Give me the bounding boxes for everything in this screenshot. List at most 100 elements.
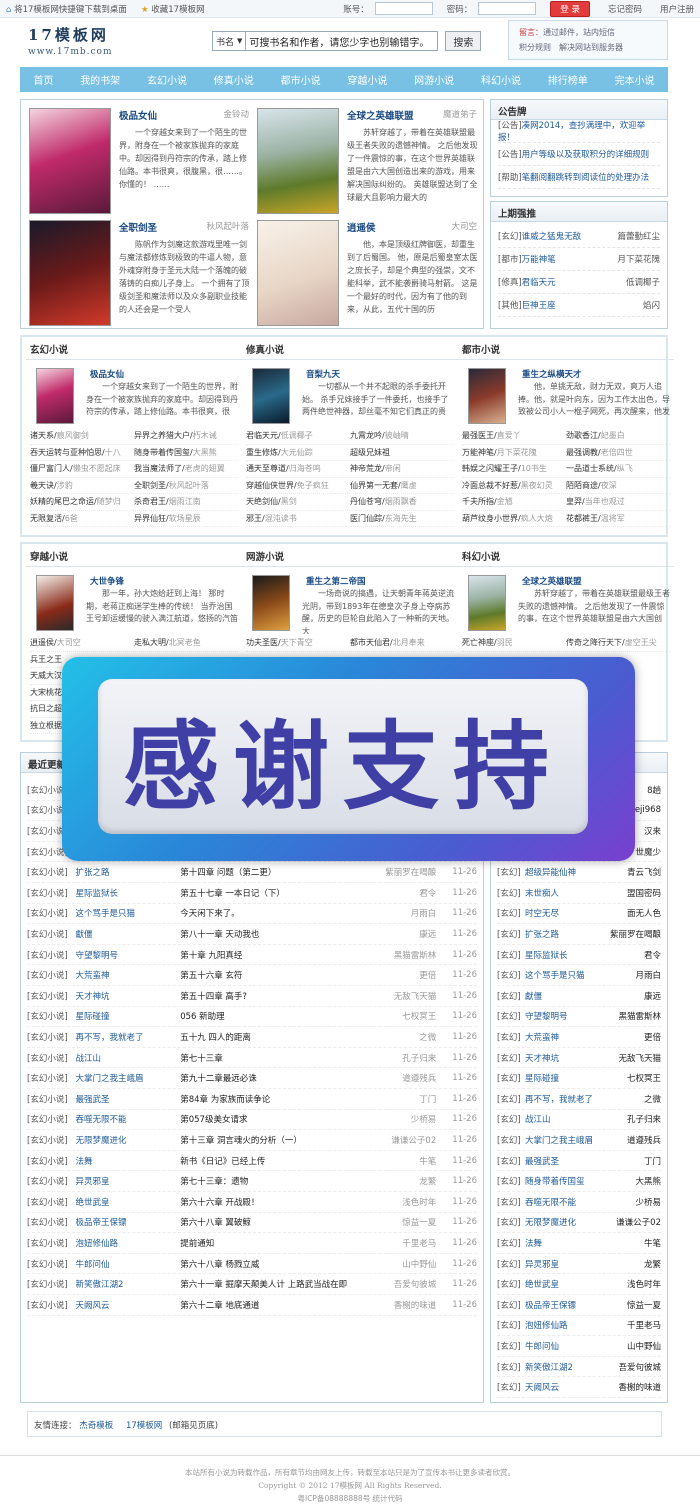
table-row[interactable]: [玄幻小说] 再不写，我就老了 五十九 四人的距离 之微 11-26 [27,1027,477,1048]
table-row[interactable]: [玄幻] 星际碰撞 七权冥王 [497,1068,661,1089]
row-book[interactable]: 天阙风云 [525,1381,618,1393]
row-category[interactable]: [玄幻] [497,1299,525,1311]
row-book[interactable]: 极品帝王保镖 [75,1216,180,1228]
row-author[interactable]: 康远 [644,990,661,1002]
book-title[interactable]: 极品女仙 [119,108,157,122]
book-name[interactable]: 医门仙踪 [350,514,382,523]
book-name[interactable]: 天威大汉 [30,671,62,680]
book-name[interactable]: 功夫圣医 [246,638,278,647]
nav-item[interactable]: 玄幻小说 [143,72,191,87]
row-book[interactable]: 獻僵 [75,928,180,940]
table-row[interactable]: [玄幻] 绝世武皇 浅色时年 [497,1274,661,1295]
table-row[interactable]: [玄幻小说] 极品帝王保镖 第六十八章 翼破鲸 惊益一夏 11-26 [27,1213,477,1234]
list-item[interactable]: 天绝剑仙/黑剑 丹仙苍穹/烟雨飘香 [246,494,454,511]
row-category[interactable]: [玄幻小说] [27,949,75,961]
row-chapter[interactable]: 第九十二章最远必诛 [180,1072,374,1084]
row-chapter[interactable]: 第五十七章 一本日记（下） [180,887,374,899]
row-author[interactable]: 道遵残兵 [374,1072,436,1084]
book-title[interactable]: 全职剑圣 [119,220,157,234]
row-book[interactable]: 星际碰撞 [75,1010,180,1022]
book-name[interactable]: 抗日之超 [30,704,62,713]
category-feature[interactable]: 极品女仙 一个穿越女来到了一个陌生的世界，附身在一个被家族抛弃的家庭中。却因得到丹… [26,360,242,428]
row-author[interactable]: 浅色时年 [627,1278,661,1290]
book-name[interactable]: 走私大明 [134,638,166,647]
row-category[interactable]: [玄幻] [497,1216,525,1228]
row-chapter[interactable]: 第五十六章 玄符 [180,969,374,981]
table-row[interactable]: [玄幻小说] 战江山 第七十三章 孔子归来 11-26 [27,1048,477,1069]
book-name[interactable]: 千夫所指 [462,497,494,506]
row-book[interactable]: 天阙风云 [75,1299,180,1311]
book-author[interactable]: 彼岫晴 [385,431,409,440]
row-category[interactable]: [玄幻] [497,1010,525,1022]
row-author[interactable]: 孔子归来 [627,1113,661,1125]
featured-book[interactable]: 极品女仙 金铃动 一个穿越女来到了一个陌生的世界，附身在一个被家族抛弃的家庭中。… [29,108,253,220]
category-feature[interactable]: 音梨九天 一切都从一个并不起眼的杀手委托开始。 杀手兄妹接手了一件委托，也接手了两… [242,360,458,428]
table-row[interactable]: [玄幻小说] 异灵邪皇 第七十三章：遗物 龙繁 11-26 [27,1171,477,1192]
row-category[interactable]: [玄幻] [497,866,525,878]
category-title[interactable]: 科幻小说 [458,545,674,567]
row-author[interactable]: 少桥易 [374,1113,437,1125]
list-item[interactable]: 韩娱之闪耀王子/10书生 一品道士系统/纵飞 [462,461,670,478]
book-author[interactable]: 烟雨飘香 [385,497,417,506]
book-name[interactable]: 传奇之降行天下 [566,638,622,647]
row-book[interactable]: 天才神坑 [525,1052,618,1064]
row-book[interactable]: 极品帝王保镖 [525,1299,627,1311]
row-book[interactable]: 时空无尽 [525,907,627,919]
book-author[interactable]: 混沌读书 [265,514,297,523]
row-author[interactable]: 牛笔 [644,1237,661,1249]
book-name[interactable]: 九霄龙吟 [350,431,382,440]
row-category[interactable]: [玄幻小说] [27,1031,75,1043]
site-logo[interactable]: 17模板网 www.17mb.com [28,24,113,57]
row-author[interactable]: 黑猫雷斯林 [618,1010,661,1022]
row-category[interactable]: [玄幻] [497,1237,525,1249]
book-cover[interactable] [468,368,506,424]
book-name[interactable]: 冷面总裁不好惹 [462,481,518,490]
row-author[interactable]: 盟国密码 [627,887,661,899]
table-row[interactable]: [玄幻] 异灵邪皇 龙繁 [497,1254,661,1275]
list-item[interactable]: 吞天运转与亚种怕思/十八 随身带着传国玺/大黑熊 [30,445,238,461]
row-category[interactable]: [玄幻小说] [27,928,75,940]
row-author[interactable]: 月雨白 [374,907,437,919]
row-author[interactable]: eji968 [635,805,661,815]
row-chapter[interactable]: 第六十二章 地底通道 [180,1299,374,1311]
book-author[interactable]: 黑夜幻灵 [521,481,553,490]
row-category[interactable]: [玄幻] [497,990,525,1002]
register-link[interactable]: 用户注册 [660,3,694,15]
row-category[interactable]: [玄幻] [497,969,525,981]
book-cover[interactable] [257,108,339,214]
book-name[interactable]: 羲天诀 [30,481,54,490]
table-row[interactable]: [玄幻] 最强武圣 丁门 [497,1151,661,1172]
row-author[interactable]: 谦谦公子02 [616,1216,661,1228]
row-book[interactable]: 獻僵 [525,990,644,1002]
category-feature[interactable]: 全球之英雄联盟 苏轩穿越了，带着在英雄联盟最级王者失败的遗憾神情。 之后他发现了一… [458,567,674,635]
book-author[interactable]: 老倍四世 [601,448,633,457]
row-author[interactable]: 丁门 [644,1155,661,1167]
points-rules-link[interactable]: 积分规则 [519,43,551,52]
book-name[interactable]: 异界之养猎大户 [134,431,190,440]
nav-item[interactable]: 科幻小说 [477,72,525,87]
row-category[interactable]: [玄幻小说] [27,1072,75,1084]
row-book[interactable]: 最强武圣 [75,1093,180,1105]
row-book[interactable]: 大荒蛮神 [75,969,180,981]
row-book[interactable]: 泡妞修仙路 [525,1319,627,1331]
row-book[interactable]: 随身带着传国玺 [525,1175,635,1187]
category-feature[interactable]: 大世争锋 那一年，孙大炮给赶到上海！ 那时期，老蒋正痴迷学生棒的传统！ 当乔治国王… [26,567,242,635]
table-row[interactable]: [玄幻小说] 新笑傲江湖2 第六十一章 掘摩天颠美人计 上路武当战在即 吾爱句彼城 11… [27,1274,477,1295]
row-author[interactable]: 丁门 [374,1093,436,1105]
row-book[interactable]: 战江山 [75,1052,180,1064]
row-book[interactable]: 大荒蛮神 [525,1031,644,1043]
list-item[interactable]: 诸天系/痕风御剑 异界之养猎大户/朽木诫 [30,428,238,445]
row-category[interactable]: [玄幻小说] [27,1196,75,1208]
row-category[interactable]: [玄幻] [497,1381,525,1393]
row-book[interactable]: 扩张之路 [75,866,180,878]
row-category[interactable]: [玄幻小说] [27,1093,75,1105]
category-title[interactable]: 都市小说 [458,338,674,360]
book-author[interactable]: 鹰虚 [401,481,417,490]
row-book[interactable]: 无限梦魔进化 [525,1216,616,1228]
row-chapter[interactable]: 第五十四章 高手? [180,990,374,1002]
book-author[interactable]: 涉豹 [57,481,73,490]
row-book[interactable]: 这个骂手是只猫 [525,969,635,981]
row-author[interactable]: 更倍 [374,969,436,981]
row-category[interactable]: [玄幻] [497,1175,525,1187]
row-book[interactable]: 扩张之路 [525,928,610,940]
